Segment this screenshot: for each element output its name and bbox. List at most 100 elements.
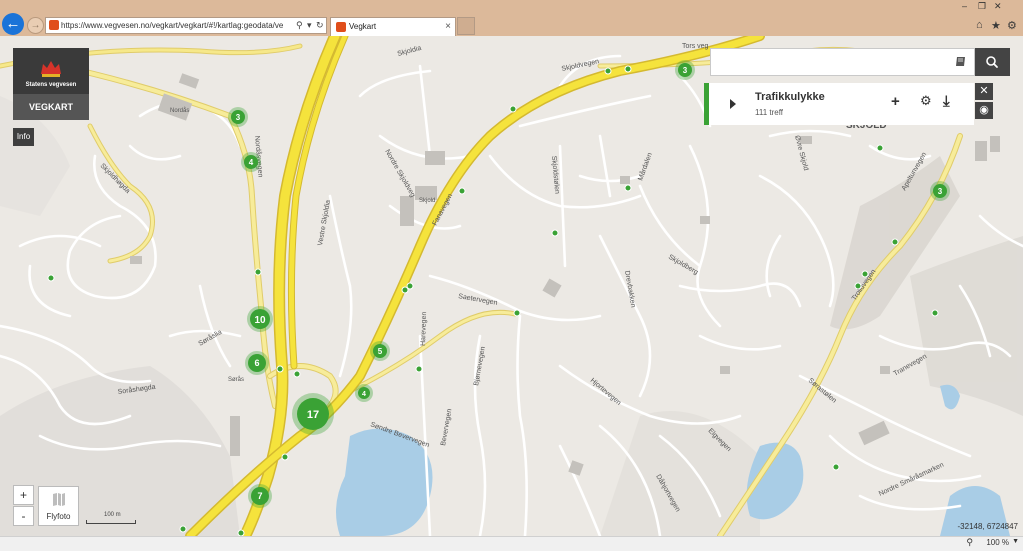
- cluster-marker[interactable]: 3: [930, 181, 950, 201]
- accident-point: [861, 270, 869, 278]
- zoom-level[interactable]: 100 %: [986, 538, 1009, 547]
- cluster-marker[interactable]: 17: [292, 393, 334, 435]
- accident-point: [624, 65, 632, 73]
- cluster-count: 10: [254, 315, 266, 326]
- close-icon[interactable]: ✕: [994, 1, 1002, 12]
- new-tab-button[interactable]: [457, 17, 475, 35]
- forward-icon[interactable]: →: [27, 17, 44, 34]
- cluster-count: 3: [236, 113, 241, 122]
- cluster-count: 5: [378, 347, 383, 356]
- flyfoto-toggle[interactable]: Flyfoto: [38, 486, 79, 526]
- app-logo[interactable]: Statens vegvesen VEGKART: [13, 48, 89, 120]
- cluster-marker[interactable]: 4: [355, 384, 373, 402]
- road-label: Skjoldberg: [667, 254, 699, 277]
- road-label: Skjoldia: [397, 45, 423, 58]
- cluster-marker[interactable]: 3: [675, 60, 695, 80]
- accident-point: [458, 187, 466, 195]
- home-icon[interactable]: ⌂: [976, 19, 983, 31]
- accident-point: [931, 309, 939, 317]
- result-panel[interactable]: Trafikkulykke 111 treff + ⚙ ⤓: [704, 83, 974, 125]
- site-favicon: [49, 20, 59, 30]
- accident-point: [281, 453, 289, 461]
- book-icon[interactable]: [955, 56, 966, 67]
- expand-caret-icon[interactable]: [730, 99, 736, 109]
- tab-vegkart[interactable]: Vegkart ×: [330, 17, 456, 36]
- place-label: Sørås: [228, 376, 244, 383]
- chevron-down-icon[interactable]: ▼: [1012, 538, 1019, 545]
- result-count: 111 treff: [755, 108, 784, 117]
- zoom-out-button[interactable]: -: [13, 506, 34, 526]
- road-label: Skjoldvegen: [561, 58, 600, 73]
- address-url[interactable]: https://www.vegvesen.no/vegkart/vegkart/…: [61, 18, 283, 33]
- place-label: Nordås: [170, 107, 189, 114]
- accident-point: [551, 229, 559, 237]
- restore-icon[interactable]: ❐: [978, 1, 986, 12]
- map-layers-icon: [52, 493, 65, 506]
- cluster-count: 4: [362, 391, 366, 398]
- cluster-marker[interactable]: 6: [245, 351, 269, 375]
- cluster-marker[interactable]: 7: [248, 484, 272, 508]
- road-label: Tors veg: [682, 43, 709, 50]
- cluster-marker[interactable]: 10: [247, 306, 273, 332]
- back-icon[interactable]: ←: [2, 13, 24, 35]
- cluster-marker[interactable]: 3: [228, 107, 248, 127]
- cluster-count: 6: [254, 358, 259, 368]
- road-label: Hjortevegen: [589, 377, 622, 407]
- browser-status-bar: ⚲ 100 % ▼: [0, 536, 1023, 551]
- app-name: VEGKART: [13, 94, 89, 120]
- close-panel-icon[interactable]: ✕: [975, 83, 993, 100]
- settings-icon[interactable]: ⚙: [920, 93, 932, 109]
- refresh-icon[interactable]: ↻: [316, 18, 324, 33]
- tab-title: Vegkart: [349, 22, 377, 31]
- accident-point: [415, 365, 423, 373]
- terrain-shading: [0, 96, 1023, 536]
- accident-point: [293, 370, 301, 378]
- accident-point: [179, 525, 187, 533]
- zoom-in-button[interactable]: +: [13, 485, 34, 505]
- scale-label: 100 m: [104, 512, 121, 518]
- download-icon[interactable]: ⤓: [943, 93, 950, 110]
- road-label: Skjoldstølen: [550, 156, 560, 195]
- logo-header: Statens vegvesen: [13, 48, 89, 94]
- scale-bar: 100 m: [86, 512, 136, 524]
- tab-close-icon[interactable]: ×: [445, 18, 451, 36]
- road-label: Bevervegen: [440, 408, 453, 446]
- search-input[interactable]: [719, 54, 943, 72]
- cluster-marker[interactable]: 4: [241, 152, 261, 172]
- zoom-magnifier-icon[interactable]: ⚲: [966, 537, 973, 548]
- search-icon: [986, 56, 998, 68]
- scale-line: [86, 520, 136, 524]
- minimize-icon[interactable]: –: [962, 1, 967, 11]
- star-icon[interactable]: ★: [991, 19, 1001, 32]
- accident-point: [891, 238, 899, 246]
- gear-icon[interactable]: ⚙: [1007, 19, 1017, 32]
- search-icon[interactable]: ⚲: [296, 18, 303, 33]
- result-title: Trafikkulykke: [755, 91, 825, 103]
- road-label: Nordre Skjoldveg: [383, 149, 416, 199]
- cluster-marker[interactable]: 5: [370, 341, 390, 361]
- dropdown-icon[interactable]: ▾: [307, 18, 312, 33]
- accident-point: [406, 282, 414, 290]
- accident-point: [513, 309, 521, 317]
- coat-of-arms-icon: [41, 61, 61, 77]
- search-box: [710, 48, 975, 76]
- info-button[interactable]: Info: [13, 128, 34, 146]
- road-label: Saetervegen: [458, 293, 498, 307]
- road-label: Mårdalen: [636, 151, 654, 181]
- add-icon[interactable]: +: [891, 93, 900, 110]
- cluster-count: 3: [938, 187, 943, 196]
- place-label: Skjold: [419, 198, 435, 204]
- tab-favicon: [336, 22, 346, 32]
- accident-point: [47, 274, 55, 282]
- road-label: Drevbakken: [623, 270, 636, 308]
- accident-point: [624, 184, 632, 192]
- visibility-eye-icon[interactable]: ◉: [975, 102, 993, 119]
- accident-point: [832, 463, 840, 471]
- search-button[interactable]: [975, 48, 1010, 76]
- flyfoto-label: Flyfoto: [46, 512, 71, 521]
- browser-chrome: ← → https://www.vegvesen.no/vegkart/vegk…: [0, 0, 1023, 36]
- road-label: Vestre Skjoldia: [317, 199, 332, 246]
- accident-point: [276, 365, 284, 373]
- address-bar[interactable]: https://www.vegvesen.no/vegkart/vegkart/…: [45, 17, 327, 34]
- cluster-count: 17: [307, 409, 319, 421]
